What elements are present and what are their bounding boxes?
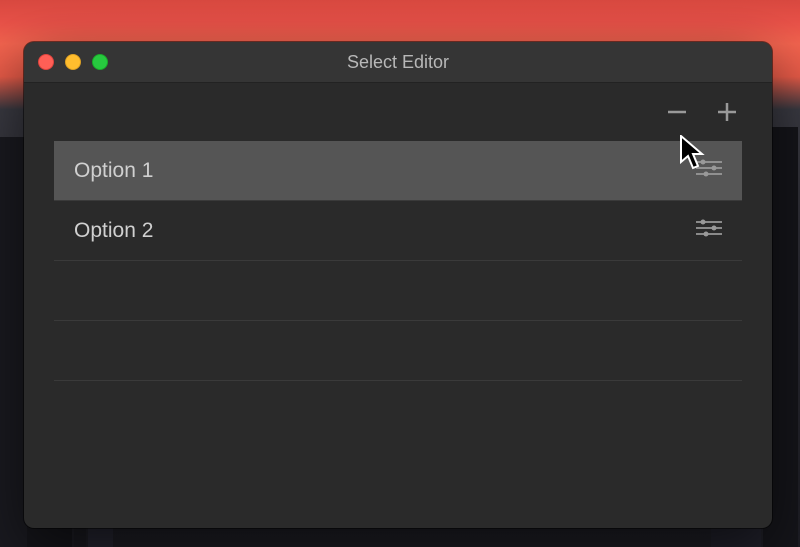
sliders-icon[interactable] — [696, 218, 722, 243]
list-item[interactable]: Option 2 — [54, 201, 742, 261]
list-item[interactable]: Option 1 — [54, 141, 742, 201]
minus-icon — [666, 101, 688, 123]
plus-icon — [716, 101, 738, 123]
add-button[interactable] — [716, 101, 738, 123]
options-list: Option 1 Option 2 — [24, 141, 772, 411]
toolbar — [24, 83, 772, 141]
minimize-icon[interactable] — [65, 54, 81, 70]
desktop-wallpaper: Select Editor Option 1 — [0, 0, 800, 547]
traffic-lights — [38, 54, 108, 70]
remove-button[interactable] — [666, 101, 688, 123]
list-item-empty[interactable] — [54, 321, 742, 381]
list-item-label: Option 2 — [74, 219, 153, 243]
sliders-icon[interactable] — [696, 158, 722, 183]
select-editor-window: Select Editor Option 1 — [24, 42, 772, 528]
list-item-label: Option 1 — [74, 159, 153, 183]
close-icon[interactable] — [38, 54, 54, 70]
maximize-icon[interactable] — [92, 54, 108, 70]
window-title: Select Editor — [347, 52, 449, 73]
titlebar[interactable]: Select Editor — [24, 42, 772, 83]
list-item-empty[interactable] — [54, 261, 742, 321]
